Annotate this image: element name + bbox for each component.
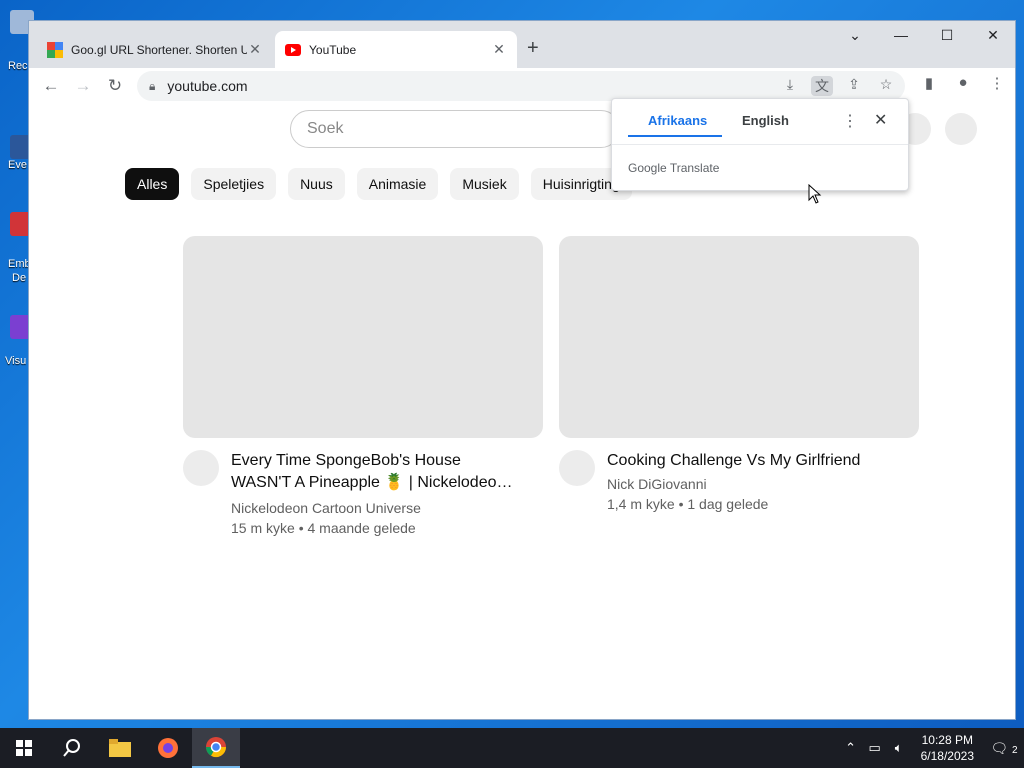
- desktop-icon-3[interactable]: Emb De: [0, 212, 34, 284]
- google-translate-brand: Google Translate: [628, 161, 720, 175]
- search-icon[interactable]: [48, 728, 96, 768]
- folder-icon: [109, 739, 131, 757]
- active-tab-indicator: [628, 135, 722, 137]
- reload-button[interactable]: ↻: [99, 76, 131, 96]
- windows-logo-icon: [16, 740, 32, 756]
- channel-avatar[interactable]: [183, 450, 219, 486]
- new-tab-button[interactable]: +: [527, 37, 539, 60]
- video-stats: 15 m kyke • 4 maande gelede: [231, 520, 416, 536]
- magnifier-icon: [63, 739, 80, 757]
- tab-strip: Goo.gl URL Shortener. Shorten U ✕ YouTub…: [29, 21, 1015, 68]
- file-explorer-icon[interactable]: [96, 728, 144, 768]
- notification-center-button[interactable]: 🗨︎ 2: [984, 740, 1024, 757]
- video-meta: Every Time SpongeBob's House WASN'T A Pi…: [183, 450, 543, 538]
- source-language-tab[interactable]: Afrikaans: [648, 113, 707, 128]
- address-text: youtube.com: [167, 78, 248, 94]
- install-app-icon[interactable]: ⤓: [779, 76, 801, 96]
- close-tab-icon[interactable]: ✕: [247, 41, 263, 58]
- tab-google-shortener[interactable]: Goo.gl URL Shortener. Shorten U ✕: [37, 31, 273, 68]
- lock-icon[interactable]: 🔒︎: [149, 79, 155, 94]
- notification-count: 2: [1012, 744, 1018, 756]
- side-panel-icon[interactable]: ▮: [919, 74, 939, 92]
- tab-title: Goo.gl URL Shortener. Shorten U: [71, 42, 247, 57]
- video-thumbnail[interactable]: [183, 236, 543, 438]
- omnibox-actions: ⤓ 文 ⇪ ☆: [779, 76, 897, 96]
- clock[interactable]: 10:28 PM 6/18/2023: [921, 732, 974, 764]
- clock-date: 6/18/2023: [920, 749, 974, 763]
- maximize-button[interactable]: ☐: [924, 27, 970, 44]
- chrome-logo-icon: [205, 737, 227, 758]
- video-card[interactable]: Cooking Challenge Vs My Girlfriend Nick …: [559, 236, 919, 514]
- minimize-button[interactable]: —: [878, 27, 924, 43]
- system-tray: ⌃ ▭ 🔈︎ 10:28 PM 6/18/2023 🗨︎ 2: [839, 728, 1024, 768]
- chip-all[interactable]: Alles: [125, 168, 180, 200]
- forward-button[interactable]: →: [67, 76, 99, 96]
- tab-youtube[interactable]: YouTube ✕: [275, 31, 517, 68]
- close-icon[interactable]: ✕: [874, 110, 887, 130]
- chip-animation[interactable]: Animasie: [356, 168, 439, 200]
- channel-name[interactable]: Nickelodeon Cartoon Universe: [231, 498, 521, 518]
- browser-window: Goo.gl URL Shortener. Shorten U ✕ YouTub…: [28, 20, 1016, 720]
- video-thumbnail[interactable]: [559, 236, 919, 438]
- chevron-up-icon[interactable]: ⌃: [839, 740, 863, 756]
- video-title[interactable]: Every Time SpongeBob's House WASN'T A Pi…: [231, 450, 521, 494]
- video-title[interactable]: Cooking Challenge Vs My Girlfriend: [607, 450, 897, 472]
- video-card[interactable]: Every Time SpongeBob's House WASN'T A Pi…: [183, 236, 543, 538]
- firefox-icon[interactable]: [144, 728, 192, 768]
- network-icon[interactable]: ▭: [863, 740, 887, 756]
- search-placeholder: Soek: [307, 120, 344, 137]
- chip-music[interactable]: Musiek: [450, 168, 519, 200]
- tab-search-icon[interactable]: ⌄: [832, 27, 878, 44]
- bookmark-star-icon[interactable]: ☆: [875, 76, 897, 96]
- close-tab-icon[interactable]: ✕: [491, 41, 507, 58]
- desktop-icon-label: Rec: [8, 60, 28, 72]
- chrome-taskbar-icon[interactable]: [192, 728, 240, 768]
- search-input[interactable]: Soek: [290, 110, 620, 148]
- translate-popup: Afrikaans English ⋮ ✕ Google Translate: [611, 98, 909, 191]
- video-meta: Cooking Challenge Vs My Girlfriend Nick …: [559, 450, 919, 514]
- translate-language-tabs: Afrikaans English ⋮ ✕: [612, 99, 908, 145]
- translate-icon[interactable]: 文: [811, 76, 833, 96]
- chip-news[interactable]: Nuus: [288, 168, 345, 200]
- close-window-button[interactable]: ✕: [970, 27, 1016, 44]
- mouse-cursor-icon: [808, 184, 822, 204]
- desktop-icon-recycle-bin[interactable]: Rec: [0, 10, 34, 72]
- channel-name[interactable]: Nick DiGiovanni: [607, 474, 897, 494]
- desktop-icon-4[interactable]: Visu: [0, 315, 34, 367]
- chip-games[interactable]: Speletjies: [191, 168, 277, 200]
- clock-time: 10:28 PM: [921, 733, 973, 747]
- share-icon[interactable]: ⇪: [843, 76, 865, 96]
- taskbar: ⌃ ▭ 🔈︎ 10:28 PM 6/18/2023 🗨︎ 2: [0, 728, 1024, 768]
- target-language-tab[interactable]: English: [742, 113, 789, 128]
- profile-icon[interactable]: ●: [953, 74, 973, 92]
- firefox-logo-icon: [158, 738, 178, 758]
- menu-kebab-icon[interactable]: ⋮: [987, 74, 1007, 92]
- desktop-icon-label-line2: De: [12, 272, 27, 284]
- channel-avatar[interactable]: [559, 450, 595, 486]
- google-favicon-icon: [47, 41, 63, 58]
- start-button[interactable]: [0, 728, 48, 768]
- youtube-page: Soek Alles Speletjies Nuus Animasie Musi…: [29, 104, 1015, 719]
- address-bar[interactable]: 🔒︎ youtube.com ⤓ 文 ⇪ ☆: [137, 71, 905, 101]
- video-stats: 1,4 m kyke • 1 dag gelede: [607, 496, 769, 512]
- tab-title: YouTube: [309, 42, 357, 57]
- desktop-icon-label: Visu: [5, 355, 27, 367]
- desktop-icon-label: Eve: [8, 159, 27, 171]
- more-options-icon[interactable]: ⋮: [842, 111, 858, 131]
- notification-icon: 🗨︎: [990, 739, 1009, 756]
- account-avatar-placeholder[interactable]: [945, 113, 977, 145]
- volume-muted-icon[interactable]: 🔈︎: [887, 740, 911, 756]
- desktop-icon-2[interactable]: Eve: [0, 135, 34, 171]
- toolbar-right: ▮ ● ⋮: [919, 74, 1007, 92]
- category-chips: Alles Speletjies Nuus Animasie Musiek Hu…: [125, 168, 632, 200]
- youtube-favicon-icon: [285, 43, 301, 56]
- back-button[interactable]: ←: [35, 76, 67, 96]
